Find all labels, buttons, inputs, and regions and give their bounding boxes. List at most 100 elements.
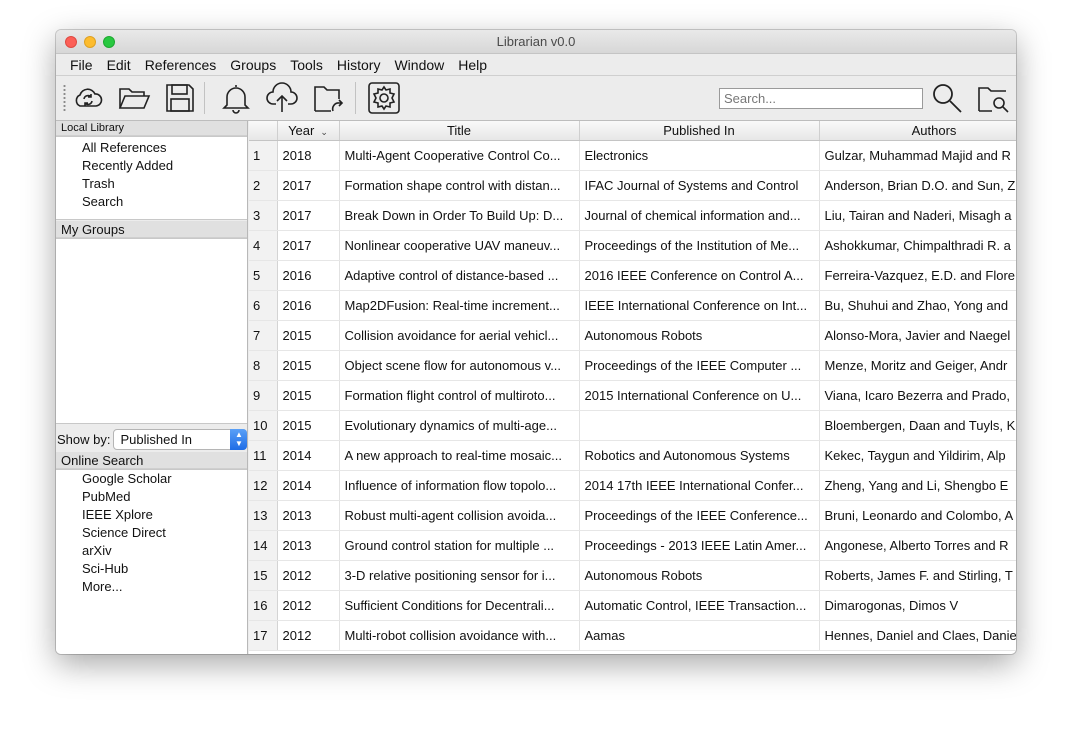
published-in-cell[interactable]: Proceedings of the IEEE Conference... xyxy=(579,500,820,531)
title-cell[interactable]: Multi-robot collision avoidance with... xyxy=(339,620,580,651)
sidebar-item-all-references[interactable]: All References xyxy=(56,139,247,157)
menu-history[interactable]: History xyxy=(337,57,381,73)
title-cell[interactable]: Adaptive control of distance-based ... xyxy=(339,260,580,291)
year-cell[interactable]: 2017 xyxy=(277,170,340,201)
year-cell[interactable]: 2015 xyxy=(277,410,340,441)
published-in-cell[interactable] xyxy=(579,410,820,441)
table-row[interactable]: 11 2014 A new approach to real-time mosaic… xyxy=(249,440,1016,471)
table-row[interactable]: 10 2015 Evolutionary dynamics of multi-age… xyxy=(249,410,1016,441)
authors-cell[interactable]: Bu, Shuhui and Zhao, Yong and xyxy=(819,290,1016,321)
published-in-cell[interactable]: Autonomous Robots xyxy=(579,320,820,351)
year-cell[interactable]: 2015 xyxy=(277,320,340,351)
authors-cell[interactable]: Bloembergen, Daan and Tuyls, K xyxy=(819,410,1016,441)
authors-cell[interactable]: Alonso-Mora, Javier and Naegel xyxy=(819,320,1016,351)
year-cell[interactable]: 2015 xyxy=(277,350,340,381)
authors-cell[interactable]: Viana, Icaro Bezerra and Prado, xyxy=(819,380,1016,411)
title-cell[interactable]: Influence of information flow topolo... xyxy=(339,470,580,501)
table-row[interactable]: 13 2013 Robust multi-agent collision avoid… xyxy=(249,500,1016,531)
published-in-cell[interactable]: Autonomous Robots xyxy=(579,560,820,591)
row-number-cell[interactable]: 4 xyxy=(249,230,278,261)
published-in-cell[interactable]: IFAC Journal of Systems and Control xyxy=(579,170,820,201)
row-number-cell[interactable]: 8 xyxy=(249,350,278,381)
my-groups-panel[interactable] xyxy=(56,238,247,424)
sidebar-item-science-direct[interactable]: Science Direct xyxy=(56,524,247,542)
year-cell[interactable]: 2016 xyxy=(277,260,340,291)
table-row[interactable]: 4 2017 Nonlinear cooperative UAV maneuv...… xyxy=(249,230,1016,261)
title-cell[interactable]: Evolutionary dynamics of multi-age... xyxy=(339,410,580,441)
authors-cell[interactable]: Gulzar, Muhammad Majid and R xyxy=(819,140,1016,171)
published-in-cell[interactable]: Automatic Control, IEEE Transaction... xyxy=(579,590,820,621)
folder-search-icon[interactable] xyxy=(976,81,1010,115)
row-number-cell[interactable]: 17 xyxy=(249,620,278,651)
table-row[interactable]: 7 2015 Collision avoidance for aerial vehi… xyxy=(249,320,1016,351)
year-cell[interactable]: 2015 xyxy=(277,380,340,411)
title-cell[interactable]: Map2DFusion: Real-time increment... xyxy=(339,290,580,321)
year-cell[interactable]: 2014 xyxy=(277,440,340,471)
menu-edit[interactable]: Edit xyxy=(107,57,131,73)
title-cell[interactable]: Multi-Agent Cooperative Control Co... xyxy=(339,140,580,171)
authors-cell[interactable]: Dimarogonas, Dimos V xyxy=(819,590,1016,621)
row-number-cell[interactable]: 1 xyxy=(249,140,278,171)
menu-window[interactable]: Window xyxy=(394,57,444,73)
sidebar-item-ieee-xplore[interactable]: IEEE Xplore xyxy=(56,506,247,524)
folder-open-icon[interactable] xyxy=(117,81,151,115)
table-row[interactable]: 9 2015 Formation flight control of multiro… xyxy=(249,380,1016,411)
sidebar-item-search[interactable]: Search xyxy=(56,193,247,211)
published-in-cell[interactable]: Robotics and Autonomous Systems xyxy=(579,440,820,471)
title-cell[interactable]: A new approach to real-time mosaic... xyxy=(339,440,580,471)
year-cell[interactable]: 2018 xyxy=(277,140,340,171)
row-number-cell[interactable]: 3 xyxy=(249,200,278,231)
title-cell[interactable]: Sufficient Conditions for Decentrali... xyxy=(339,590,580,621)
sidebar-item-sci-hub[interactable]: Sci-Hub xyxy=(56,560,247,578)
menu-tools[interactable]: Tools xyxy=(290,57,323,73)
row-number-cell[interactable]: 16 xyxy=(249,590,278,621)
table-row[interactable]: 1 2018 Multi-Agent Cooperative Control Co.… xyxy=(249,140,1016,171)
table-row[interactable]: 5 2016 Adaptive control of distance-based … xyxy=(249,260,1016,291)
authors-cell[interactable]: Ferreira-Vazquez, E.D. and Flore xyxy=(819,260,1016,291)
authors-cell[interactable]: Menze, Moritz and Geiger, Andr xyxy=(819,350,1016,381)
menu-help[interactable]: Help xyxy=(458,57,487,73)
authors-cell[interactable]: Anderson, Brian D.O. and Sun, Z xyxy=(819,170,1016,201)
column-header-authors[interactable]: Authors xyxy=(819,121,1016,141)
row-number-cell[interactable]: 11 xyxy=(249,440,278,471)
table-row[interactable]: 12 2014 Influence of information flow topo… xyxy=(249,470,1016,501)
sidebar-item-arxiv[interactable]: arXiv xyxy=(56,542,247,560)
title-cell[interactable]: Collision avoidance for aerial vehicl... xyxy=(339,320,580,351)
year-cell[interactable]: 2012 xyxy=(277,590,340,621)
row-number-cell[interactable]: 6 xyxy=(249,290,278,321)
toolbar-handle[interactable] xyxy=(63,84,66,112)
sidebar-item-trash[interactable]: Trash xyxy=(56,175,247,193)
row-number-cell[interactable]: 5 xyxy=(249,260,278,291)
published-in-cell[interactable]: Electronics xyxy=(579,140,820,171)
table-row[interactable]: 8 2015 Object scene flow for autonomous v.… xyxy=(249,350,1016,381)
row-number-cell[interactable]: 12 xyxy=(249,470,278,501)
title-cell[interactable]: Formation flight control of multiroto... xyxy=(339,380,580,411)
search-icon[interactable] xyxy=(930,81,964,115)
published-in-cell[interactable]: Aamas xyxy=(579,620,820,651)
authors-cell[interactable]: Angonese, Alberto Torres and R xyxy=(819,530,1016,561)
minimize-window-button[interactable] xyxy=(84,36,96,48)
sidebar-item-more[interactable]: More... xyxy=(56,578,247,596)
menu-references[interactable]: References xyxy=(145,57,217,73)
folder-export-icon[interactable] xyxy=(311,81,345,115)
bell-icon[interactable] xyxy=(219,81,253,115)
row-number-cell[interactable]: 7 xyxy=(249,320,278,351)
year-cell[interactable]: 2012 xyxy=(277,560,340,591)
year-cell[interactable]: 2013 xyxy=(277,500,340,531)
published-in-cell[interactable]: Journal of chemical information and... xyxy=(579,200,820,231)
published-in-cell[interactable]: Proceedings of the Institution of Me... xyxy=(579,230,820,261)
table-row[interactable]: 6 2016 Map2DFusion: Real-time increment...… xyxy=(249,290,1016,321)
row-number-cell[interactable]: 2 xyxy=(249,170,278,201)
year-cell[interactable]: 2017 xyxy=(277,200,340,231)
row-number-cell[interactable]: 10 xyxy=(249,410,278,441)
title-cell[interactable]: Formation shape control with distan... xyxy=(339,170,580,201)
authors-cell[interactable]: Kekec, Taygun and Yildirim, Alp xyxy=(819,440,1016,471)
published-in-cell[interactable]: Proceedings of the IEEE Computer ... xyxy=(579,350,820,381)
row-number-cell[interactable]: 9 xyxy=(249,380,278,411)
table-row[interactable]: 16 2012 Sufficient Conditions for Decentra… xyxy=(249,590,1016,621)
search-input[interactable] xyxy=(719,88,923,109)
published-in-cell[interactable]: 2014 17th IEEE International Confer... xyxy=(579,470,820,501)
menu-groups[interactable]: Groups xyxy=(230,57,276,73)
title-cell[interactable]: 3-D relative positioning sensor for i... xyxy=(339,560,580,591)
maximize-window-button[interactable] xyxy=(103,36,115,48)
